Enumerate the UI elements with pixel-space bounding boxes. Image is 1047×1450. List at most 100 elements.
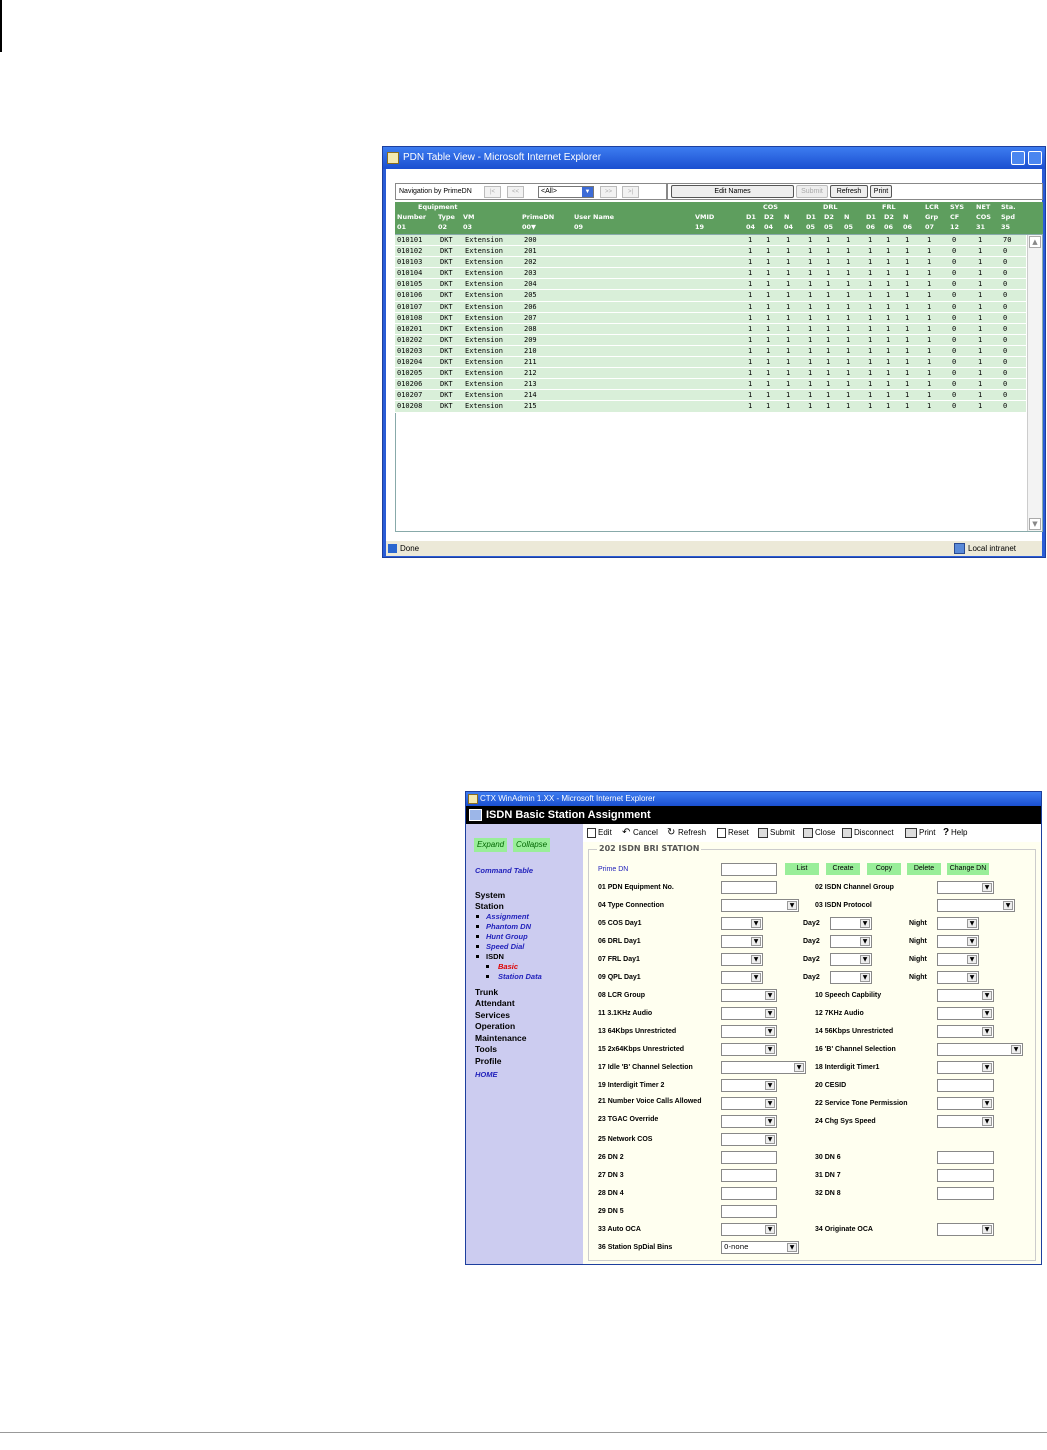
sidebar-item-tools[interactable]: Tools (475, 1044, 497, 1054)
sidebar-item-home[interactable]: HOME (475, 1070, 498, 1079)
table-row[interactable]: 010105 DKT Extension 204 1 1 1 1 1 1 1 1 1 1 0 1 0 (395, 279, 1026, 291)
field-34-select[interactable]: ▼ (937, 1223, 994, 1236)
field-03-select[interactable]: ▼ (937, 899, 1015, 912)
collapse-button[interactable]: Collapse (513, 838, 551, 852)
field-20-input[interactable] (937, 1079, 994, 1092)
table-row[interactable]: 010205 DKT Extension 212 1 1 1 1 1 1 1 1 1 1 0 1 0 (395, 368, 1026, 380)
submit-button[interactable]: Submit (796, 185, 828, 198)
col-cos-n[interactable]: N (784, 213, 789, 221)
field-31-input[interactable] (937, 1169, 994, 1182)
reset-button[interactable]: Reset (728, 824, 749, 842)
sidebar-item-speed-dial[interactable]: Speed Dial (486, 942, 524, 951)
expand-button[interactable]: Expand (474, 838, 508, 852)
field-02-select[interactable]: ▼ (937, 881, 994, 894)
field-33-select[interactable]: ▼ (721, 1223, 777, 1236)
col-drl-n[interactable]: N (844, 213, 849, 221)
col-sta-spd[interactable]: Spd (1001, 213, 1015, 221)
field-05-day2-select[interactable]: ▼ (830, 917, 872, 930)
field-24-select[interactable]: ▼ (937, 1115, 994, 1128)
table-row[interactable]: 010103 DKT Extension 202 1 1 1 1 1 1 1 1 1 1 0 1 0 (395, 257, 1026, 269)
field-06-day2-select[interactable]: ▼ (830, 935, 872, 948)
col-number[interactable]: Number (397, 213, 426, 221)
col-frl-n[interactable]: N (903, 213, 908, 221)
field-36-select[interactable]: 0-none ▼ (721, 1241, 799, 1254)
field-28-input[interactable] (721, 1187, 777, 1200)
create-button[interactable]: Create (826, 863, 860, 875)
table-row[interactable]: 010104 DKT Extension 203 1 1 1 1 1 1 1 1 1 1 0 1 0 (395, 268, 1026, 280)
sidebar-item-station-data[interactable]: Station Data (498, 972, 542, 981)
table-row[interactable]: 010108 DKT Extension 207 1 1 1 1 1 1 1 1 1 1 0 1 0 (395, 312, 1026, 324)
field-09-night-select[interactable]: ▼ (937, 971, 979, 984)
table-row[interactable]: 010207 DKT Extension 214 1 1 1 1 1 1 1 1 1 1 0 1 0 (395, 390, 1026, 402)
print-button[interactable]: Print (919, 824, 935, 842)
nav-next-button[interactable]: >> (600, 186, 617, 198)
submit-button[interactable]: Submit (770, 824, 795, 842)
col-frl-d1[interactable]: D1 (866, 213, 876, 221)
field-12-select[interactable]: ▼ (937, 1007, 994, 1020)
col-vm[interactable]: VM (463, 213, 475, 221)
table-row[interactable]: 010208 DKT Extension 215 1 1 1 1 1 1 1 1 1 1 0 1 0 (395, 401, 1026, 413)
col-username[interactable]: User Name (574, 213, 614, 221)
field-07-day1-select[interactable]: ▼ (721, 953, 763, 966)
sidebar-command-table[interactable]: Command Table (475, 866, 533, 875)
field-27-input[interactable] (721, 1169, 777, 1182)
table-row[interactable]: 010202 DKT Extension 209 1 1 1 1 1 1 1 1 1 1 0 1 0 (395, 334, 1026, 346)
field-09-day2-select[interactable]: ▼ (830, 971, 872, 984)
edit-names-button[interactable]: Edit Names (671, 185, 794, 198)
field-05-night-select[interactable]: ▼ (937, 917, 979, 930)
nav-first-button[interactable]: |< (484, 186, 501, 198)
nav-select[interactable]: <All> ▼ (538, 186, 594, 198)
nav-last-button[interactable]: >| (622, 186, 639, 198)
field-30-input[interactable] (937, 1151, 994, 1164)
field-21-select[interactable]: ▼ (721, 1097, 777, 1110)
close-button[interactable]: Close (815, 824, 835, 842)
list-button[interactable]: List (785, 863, 819, 875)
col-primedn[interactable]: PrimeDN (522, 213, 554, 221)
sidebar-item-attendant[interactable]: Attendant (475, 998, 515, 1008)
field-09-day1-select[interactable]: ▼ (721, 971, 763, 984)
refresh-button[interactable]: Refresh (830, 185, 868, 198)
help-button[interactable]: Help (951, 824, 967, 842)
col-cos-d1[interactable]: D1 (746, 213, 756, 221)
delete-button[interactable]: Delete (907, 863, 941, 875)
vertical-scrollbar[interactable]: ▲ ▼ (1027, 235, 1042, 531)
field-19-select[interactable]: ▼ (721, 1079, 777, 1092)
scroll-down-icon[interactable]: ▼ (1029, 518, 1041, 530)
col-frl-d2[interactable]: D2 (884, 213, 894, 221)
minimize-button[interactable] (1011, 151, 1025, 165)
col-drl-d1[interactable]: D1 (806, 213, 816, 221)
col-sys-cf[interactable]: CF (950, 213, 959, 221)
field-11-select[interactable]: ▼ (721, 1007, 777, 1020)
sidebar-item-operation[interactable]: Operation (475, 1021, 515, 1031)
table-row[interactable]: 010106 DKT Extension 205 1 1 1 1 1 1 1 1 1 1 0 1 0 (395, 290, 1026, 302)
sidebar-item-phantom-dn[interactable]: Phantom DN (486, 922, 531, 931)
field-22-select[interactable]: ▼ (937, 1097, 994, 1110)
table-row[interactable]: 010102 DKT Extension 201 1 1 1 1 1 1 1 1 1 1 0 1 0 (395, 246, 1026, 258)
col-cos-d2[interactable]: D2 (764, 213, 774, 221)
field-13-select[interactable]: ▼ (721, 1025, 777, 1038)
sidebar-item-system[interactable]: System (475, 890, 505, 900)
col-type[interactable]: Type (438, 213, 455, 221)
sidebar-item-trunk[interactable]: Trunk (475, 987, 498, 997)
field-04-select[interactable]: ▼ (721, 899, 799, 912)
field-32-input[interactable] (937, 1187, 994, 1200)
prime-dn-input[interactable] (721, 863, 777, 876)
maximize-button[interactable] (1028, 151, 1042, 165)
disconnect-button[interactable]: Disconnect (854, 824, 894, 842)
field-08-select[interactable]: ▼ (721, 989, 777, 1002)
sidebar-item-hunt-group[interactable]: Hunt Group (486, 932, 528, 941)
col-drl-d2[interactable]: D2 (824, 213, 834, 221)
field-06-day1-select[interactable]: ▼ (721, 935, 763, 948)
field-16-select[interactable]: ▼ (937, 1043, 1023, 1056)
field-23-select[interactable]: ▼ (721, 1115, 777, 1128)
scroll-up-icon[interactable]: ▲ (1029, 236, 1041, 248)
sidebar-item-services[interactable]: Services (475, 1010, 510, 1020)
field-05-day1-select[interactable]: ▼ (721, 917, 763, 930)
field-06-night-select[interactable]: ▼ (937, 935, 979, 948)
edit-button[interactable]: Edit (598, 824, 612, 842)
table-row[interactable]: 010201 DKT Extension 208 1 1 1 1 1 1 1 1 1 1 0 1 0 (395, 323, 1026, 335)
change-dn-button[interactable]: Change DN (947, 863, 989, 875)
table-row[interactable]: 010203 DKT Extension 210 1 1 1 1 1 1 1 1 1 1 0 1 0 (395, 345, 1026, 358)
sidebar-item-station[interactable]: Station (475, 901, 504, 911)
copy-button[interactable]: Copy (867, 863, 901, 875)
